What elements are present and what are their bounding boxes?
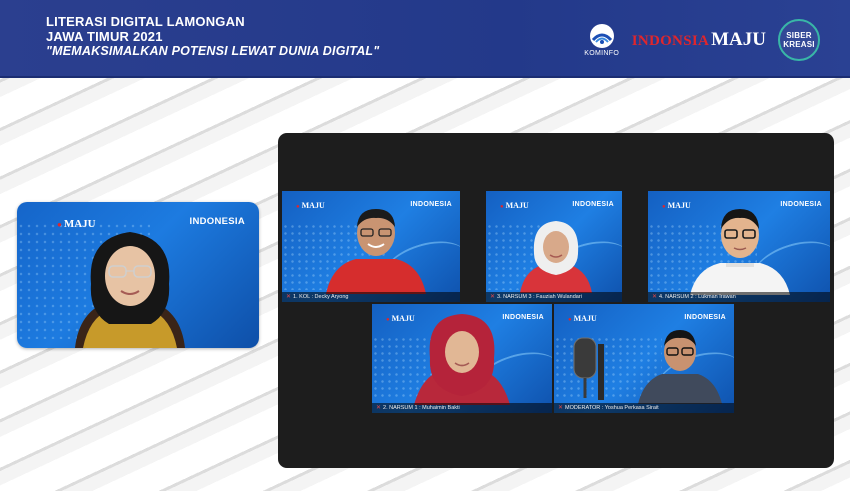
kreasi-label: KREASI	[783, 40, 815, 49]
participant-name: 4. NARSUM 2 : Lukman Irawan	[659, 294, 736, 300]
participant-name-label: ✕ 2. NARSUM 1 : Muhaimin Bakti	[372, 403, 552, 413]
presenter-person-avatar	[75, 232, 185, 348]
tile-logo: ● MAJU	[296, 201, 325, 210]
participant-name-label: ✕ 1. KOL : Decky Aryong	[282, 292, 460, 302]
participant-tile-1[interactable]: ● MAJU INDONESIA ✕ 1. KOL : Decky Aryong	[282, 191, 460, 302]
participant-avatar	[690, 209, 790, 295]
event-tagline: "MEMAKSIMALKAN POTENSI LEWAT DUNIA DIGIT…	[46, 44, 380, 58]
participant-name: 3. NARSUM 3 : Fauziah Wulandari	[497, 294, 582, 300]
participant-avatar	[326, 209, 426, 294]
indonesia-maju-logo: INDONSIA MAJU	[632, 29, 766, 51]
sponsor-logos: KOMINFO INDONSIA MAJU SIBER KREASI	[580, 16, 820, 64]
participant-name: MODERATOR : Yoshua Perkasa Sirait	[565, 405, 659, 411]
participant-tile-5[interactable]: ● MAJU INDONESIA ✕ MODERATOR : Yoshua Perk…	[554, 304, 734, 413]
event-title-line-2: JAWA TIMUR 2021	[46, 29, 163, 44]
siber-label: SIBER	[786, 31, 812, 40]
participant-tile-3[interactable]: ● MAJU INDONESIA ✕ 4. NARSUM 2 : Lukman Ir…	[648, 191, 830, 302]
tile-logo: ● MAJU	[500, 201, 529, 210]
kominfo-logo: KOMINFO	[580, 23, 624, 57]
mic-muted-icon: ✕	[286, 294, 292, 300]
event-title-block: LITERASI DIGITAL LAMONGAN JAWA TIMUR 202…	[46, 14, 379, 59]
event-header-banner: LITERASI DIGITAL LAMONGAN JAWA TIMUR 202…	[0, 0, 850, 78]
participant-tile-2[interactable]: ● MAJU INDONESIA ✕ 3. NARSUM 3 : Fauziah W…	[486, 191, 622, 302]
tile-logo: ● MAJU	[386, 314, 415, 323]
microphone-icon	[573, 337, 604, 400]
participant-avatar	[414, 314, 510, 405]
mic-muted-icon: ✕	[376, 405, 382, 411]
kominfo-label: KOMINFO	[584, 50, 620, 57]
indonesia-wordmark: INDONSIA	[631, 33, 710, 49]
mic-muted-icon: ✕	[558, 405, 564, 411]
participant-avatar	[520, 221, 592, 293]
participant-name-label: ✕ MODERATOR : Yoshua Perkasa Sirait	[554, 403, 734, 413]
participant-name-label: ✕ 3. NARSUM 3 : Fauziah Wulandari	[486, 292, 622, 302]
participant-name: 1. KOL : Decky Aryong	[293, 294, 349, 300]
tile-logo: ● MAJU	[568, 314, 597, 323]
event-title-line-1: LITERASI DIGITAL LAMONGAN	[46, 14, 245, 29]
tile-indonesia-tag: INDONESIA	[572, 201, 614, 208]
siberkreasi-logo: SIBER KREASI	[778, 19, 820, 61]
mini-indonesia-mark: ●	[57, 220, 62, 229]
mic-muted-icon: ✕	[652, 294, 658, 300]
tile-logo: ● MAJU	[662, 201, 691, 210]
presenter-indonesia-tag: INDONESIA	[189, 216, 245, 227]
video-conference-window: ● MAJU INDONESIA ✕ 1. KOL : Decky Aryong ●…	[278, 133, 834, 468]
participant-avatar	[638, 330, 722, 404]
participant-name: 2. NARSUM 1 : Muhaimin Bakti	[383, 405, 460, 411]
mic-muted-icon: ✕	[490, 294, 496, 300]
kominfo-emblem-icon	[589, 24, 614, 48]
maju-wordmark: MAJU	[711, 29, 766, 50]
participant-tile-4[interactable]: ● MAJU INDONESIA ✕ 2. NARSUM 1 : Muhaimin …	[372, 304, 552, 413]
participant-name-label: ✕ 4. NARSUM 2 : Lukman Irawan	[648, 292, 830, 302]
presenter-video: ● MAJU INDONESIA	[17, 202, 259, 348]
